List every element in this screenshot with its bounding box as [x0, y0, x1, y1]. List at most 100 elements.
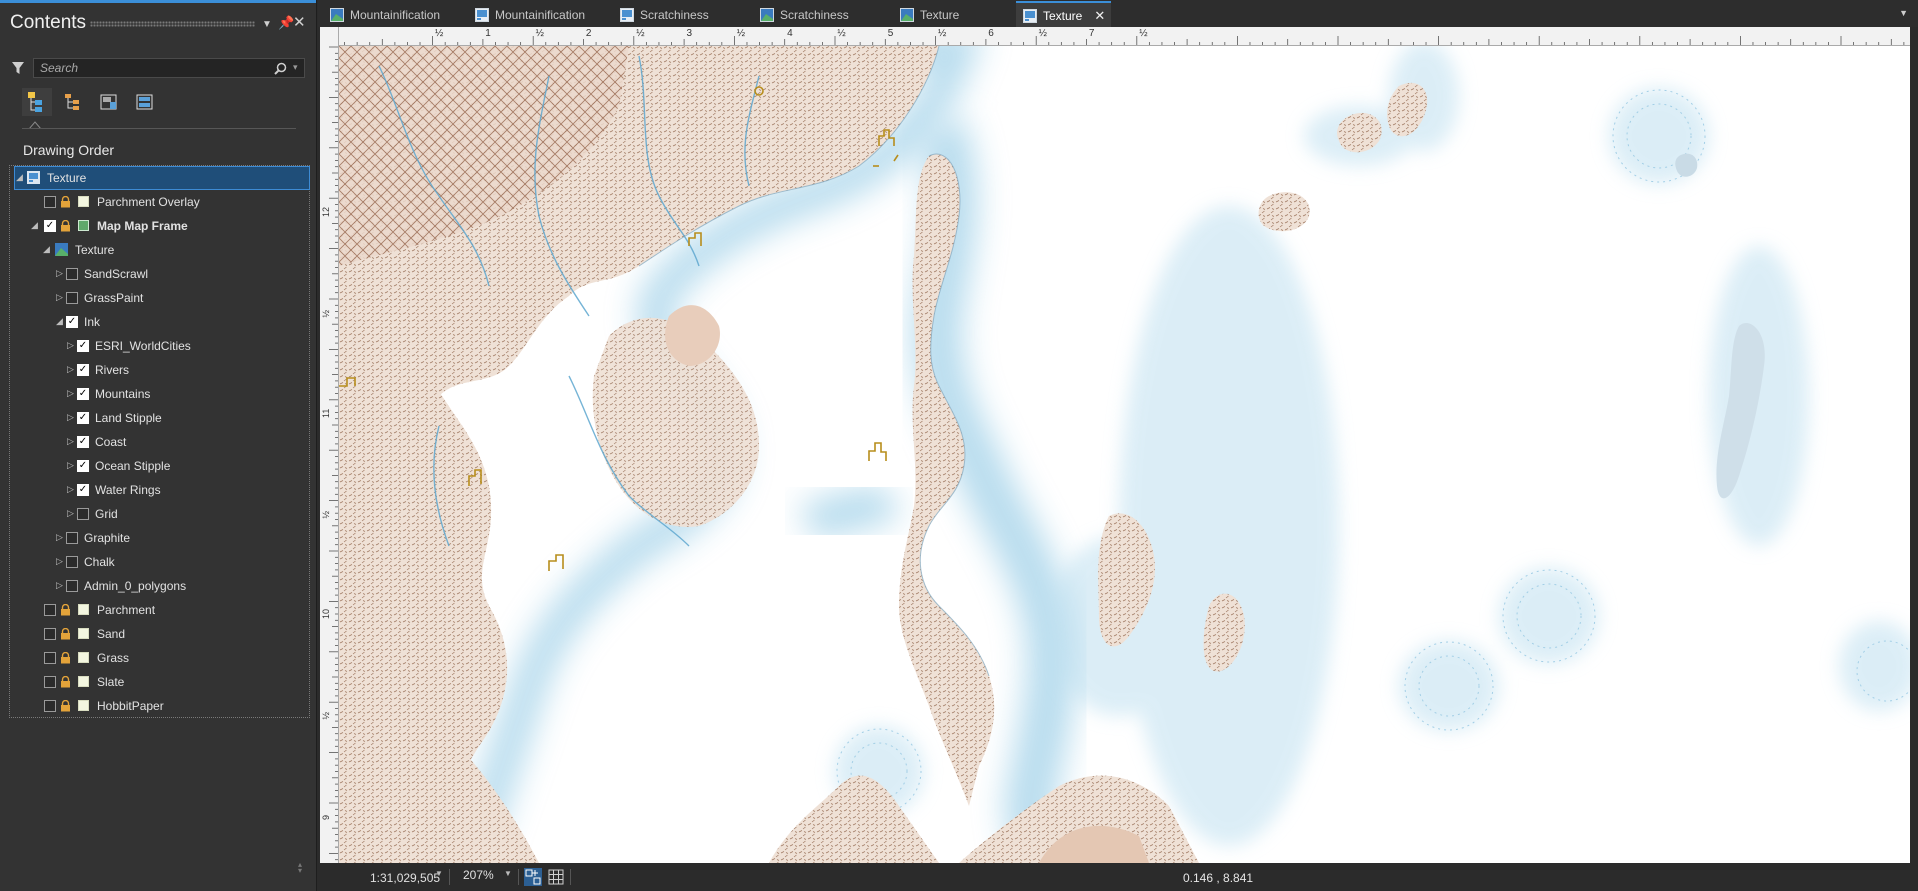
- layer-row-grid[interactable]: ▷ Grid: [0, 503, 300, 525]
- collapsed-triangle-icon[interactable]: ▷: [56, 580, 63, 591]
- lock-icon[interactable]: [60, 675, 71, 688]
- expanded-triangle-icon[interactable]: ◢: [31, 220, 38, 231]
- view-tab-mountainification[interactable]: Mountainification: [468, 3, 595, 27]
- layer-row-mountains[interactable]: ▷ ✓ Mountains: [0, 383, 300, 405]
- visibility-checkbox[interactable]: ✓: [77, 412, 89, 424]
- visibility-checkbox[interactable]: [44, 700, 56, 712]
- view-tab-texture[interactable]: Texture: [893, 3, 969, 27]
- visibility-checkbox[interactable]: ✓: [77, 388, 89, 400]
- collapsed-triangle-icon[interactable]: ▷: [67, 484, 74, 495]
- visibility-checkbox[interactable]: [44, 652, 56, 664]
- close-tab-icon[interactable]: ✕: [1094, 8, 1105, 24]
- collapsed-triangle-icon[interactable]: ▷: [67, 436, 74, 447]
- layer-row-graphite[interactable]: ▷ Graphite: [0, 527, 300, 549]
- layer-row-sand[interactable]: Sand: [0, 623, 300, 645]
- layer-row-chalk[interactable]: ▷ Chalk: [0, 551, 300, 573]
- view-tab-mountainification[interactable]: Mountainification: [323, 3, 450, 27]
- visibility-checkbox[interactable]: ✓: [77, 364, 89, 376]
- visibility-checkbox[interactable]: ✓: [66, 316, 78, 328]
- ruler-label: ½: [435, 28, 444, 39]
- layer-row-grass[interactable]: Grass: [0, 647, 300, 669]
- list-by-drawing-order-button[interactable]: [22, 88, 52, 116]
- scale-dropdown-chevron-icon[interactable]: ▼: [435, 869, 443, 878]
- search-options-chevron-icon[interactable]: ▾: [293, 62, 298, 73]
- visibility-checkbox[interactable]: [44, 628, 56, 640]
- pin-icon[interactable]: 📌: [278, 15, 294, 31]
- list-by-selection-button[interactable]: [94, 88, 124, 116]
- tab-list-chevron-icon[interactable]: ▼: [1899, 8, 1908, 18]
- layer-row-land-stipple[interactable]: ▷ ✓ Land Stipple: [0, 407, 300, 429]
- visibility-checkbox[interactable]: [44, 604, 56, 616]
- lock-icon[interactable]: [60, 627, 71, 640]
- ruler-label: 11: [321, 409, 331, 418]
- search-icon[interactable]: [274, 62, 287, 75]
- zoom-dropdown-chevron-icon[interactable]: ▼: [504, 869, 512, 878]
- filter-icon[interactable]: [11, 61, 25, 75]
- collapsed-triangle-icon[interactable]: ▷: [56, 556, 63, 567]
- lock-icon[interactable]: [60, 219, 71, 232]
- expanded-triangle-icon[interactable]: ◢: [16, 172, 23, 183]
- zoom-value[interactable]: 207%: [463, 868, 494, 882]
- lock-icon[interactable]: [60, 195, 71, 208]
- layer-row-hobbitpaper[interactable]: HobbitPaper: [0, 695, 300, 717]
- resize-grip[interactable]: ▴ ▾: [298, 861, 302, 875]
- visibility-checkbox[interactable]: [66, 556, 78, 568]
- layer-row-parchment[interactable]: Parchment: [0, 599, 300, 621]
- search-input[interactable]: [33, 58, 305, 78]
- snapping-toggle-icon[interactable]: [524, 868, 542, 886]
- view-tab-scratchiness[interactable]: Scratchiness: [753, 3, 859, 27]
- pane-drag-grip[interactable]: [90, 21, 255, 27]
- visibility-checkbox[interactable]: ✓: [44, 220, 56, 232]
- layer-row-admin-0-polygons[interactable]: ▷ Admin_0_polygons: [0, 575, 300, 597]
- collapsed-triangle-icon[interactable]: ▷: [67, 364, 74, 375]
- collapsed-triangle-icon[interactable]: ▷: [56, 532, 63, 543]
- visibility-checkbox[interactable]: [66, 268, 78, 280]
- collapsed-triangle-icon[interactable]: ▷: [67, 388, 74, 399]
- collapsed-triangle-icon[interactable]: ▷: [56, 292, 63, 303]
- layer-row-ocean-stipple[interactable]: ▷ ✓ Ocean Stipple: [0, 455, 300, 477]
- collapsed-triangle-icon[interactable]: ▷: [67, 508, 74, 519]
- visibility-checkbox[interactable]: [66, 292, 78, 304]
- collapsed-triangle-icon[interactable]: ▷: [67, 460, 74, 471]
- pane-menu-button[interactable]: ▼: [262, 19, 272, 30]
- visibility-checkbox[interactable]: ✓: [77, 460, 89, 472]
- collapsed-triangle-icon[interactable]: ▷: [67, 412, 74, 423]
- layer-row-slate[interactable]: Slate: [0, 671, 300, 693]
- expanded-triangle-icon[interactable]: ◢: [43, 244, 50, 255]
- layer-row-texture[interactable]: ◢ Texture: [14, 166, 310, 190]
- scale-field[interactable]: 1:31,029,505: [348, 868, 445, 886]
- visibility-checkbox[interactable]: [44, 676, 56, 688]
- map-canvas[interactable]: [339, 46, 1910, 863]
- layer-label: Texture: [47, 171, 87, 185]
- collapsed-triangle-icon[interactable]: ▷: [67, 340, 74, 351]
- visibility-checkbox[interactable]: [66, 532, 78, 544]
- layer-row-coast[interactable]: ▷ ✓ Coast: [0, 431, 300, 453]
- layer-row-esri-worldcities[interactable]: ▷ ✓ ESRI_WorldCities: [0, 335, 300, 357]
- visibility-checkbox[interactable]: ✓: [77, 436, 89, 448]
- layer-row-water-rings[interactable]: ▷ ✓ Water Rings: [0, 479, 300, 501]
- list-by-editing-button[interactable]: [130, 88, 160, 116]
- view-tab-scratchiness[interactable]: Scratchiness: [613, 3, 719, 27]
- layer-row-sandscrawl[interactable]: ▷ SandScrawl: [0, 263, 300, 285]
- lock-icon[interactable]: [60, 699, 71, 712]
- visibility-checkbox[interactable]: [66, 580, 78, 592]
- view-tab-texture-active[interactable]: Texture ✕: [1016, 1, 1112, 28]
- visibility-checkbox[interactable]: ✓: [77, 340, 89, 352]
- list-by-data-source-button[interactable]: [58, 88, 88, 116]
- expanded-triangle-icon[interactable]: ◢: [56, 316, 63, 327]
- close-icon[interactable]: ✕: [293, 13, 306, 31]
- layer-label: Water Rings: [95, 483, 161, 497]
- lock-icon[interactable]: [60, 651, 71, 664]
- layer-row-map-map-frame[interactable]: ◢ ✓ Map Map Frame: [0, 215, 300, 237]
- grid-toggle-icon[interactable]: [548, 869, 564, 885]
- visibility-checkbox[interactable]: ✓: [77, 484, 89, 496]
- collapsed-triangle-icon[interactable]: ▷: [56, 268, 63, 279]
- layer-row-ink[interactable]: ◢ ✓ Ink: [0, 311, 300, 333]
- layer-row-parchment-overlay[interactable]: Parchment Overlay: [0, 191, 300, 213]
- layer-row-texture[interactable]: ◢ Texture: [0, 239, 300, 261]
- layer-row-grasspaint[interactable]: ▷ GrassPaint: [0, 287, 300, 309]
- lock-icon[interactable]: [60, 603, 71, 616]
- visibility-checkbox[interactable]: [44, 196, 56, 208]
- visibility-checkbox[interactable]: [77, 508, 89, 520]
- layer-row-rivers[interactable]: ▷ ✓ Rivers: [0, 359, 300, 381]
